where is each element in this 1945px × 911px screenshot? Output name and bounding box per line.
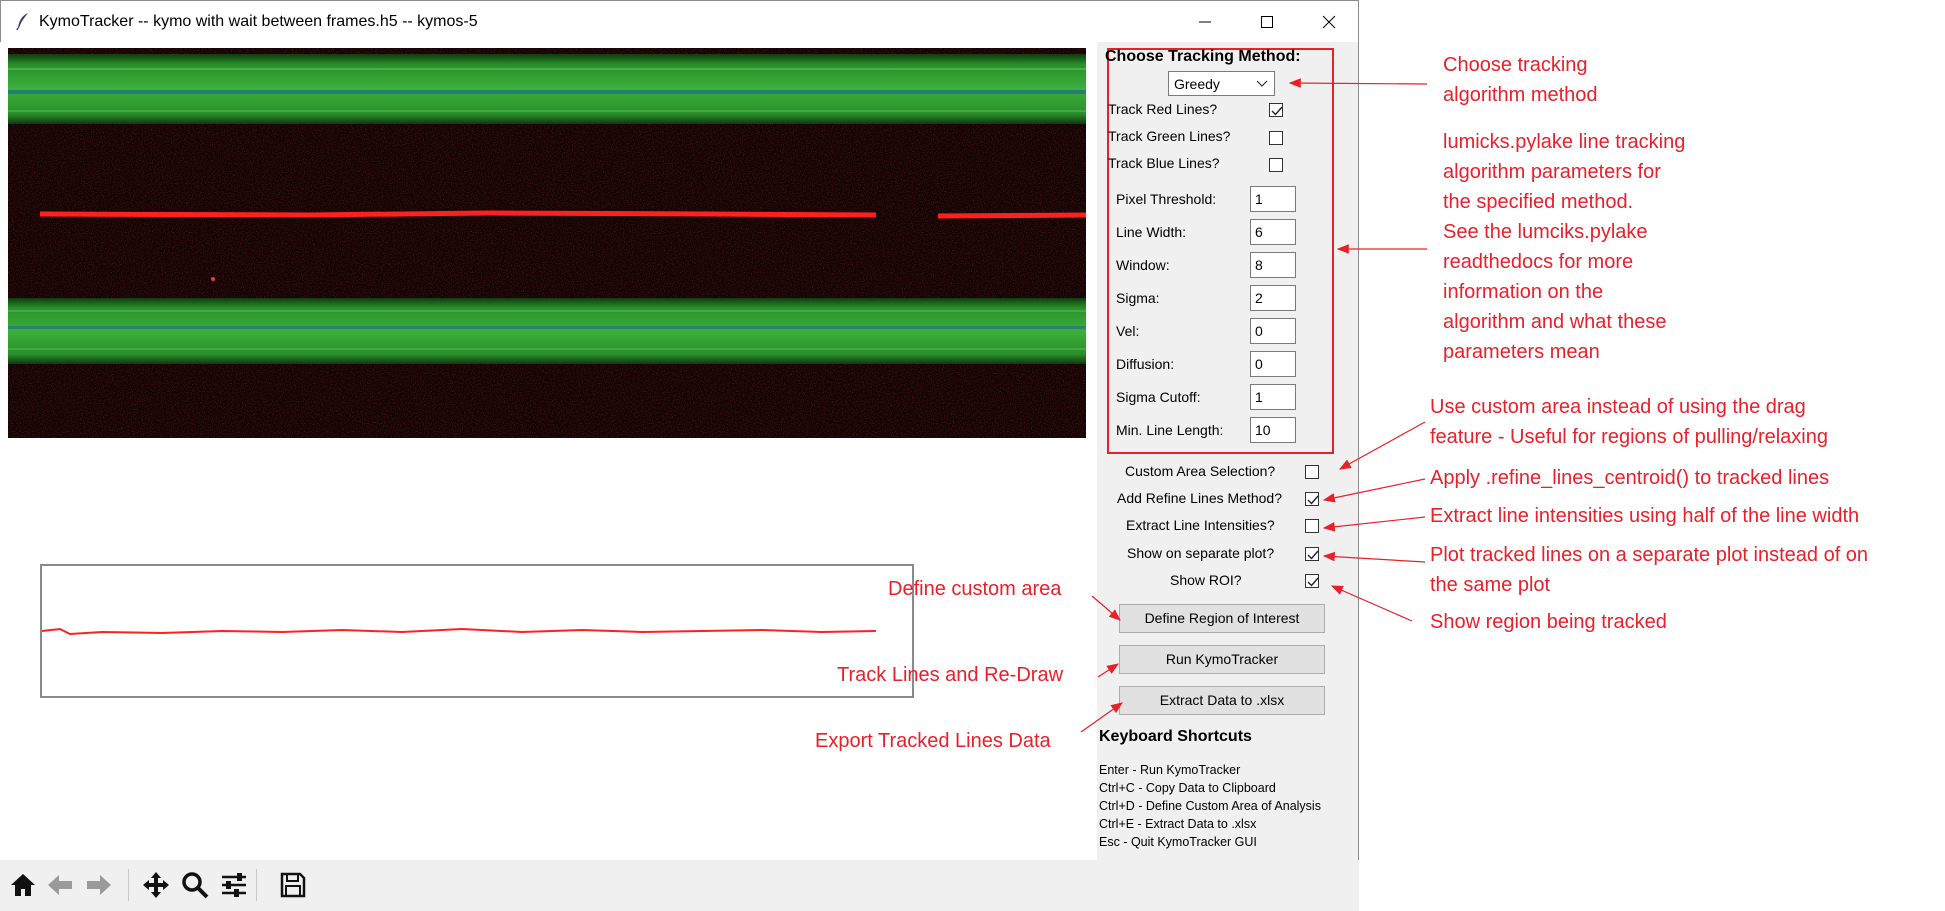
arrow-to-separate-plot — [1322, 551, 1426, 563]
arrow-to-define-roi — [1091, 595, 1121, 621]
arrow-to-intensities — [1322, 516, 1426, 532]
arrow-to-method — [1288, 78, 1428, 88]
arrow-to-refine — [1322, 478, 1426, 503]
arrow-to-show-roi — [1330, 585, 1413, 622]
arrow-to-extract — [1080, 702, 1123, 733]
arrow-to-run — [1097, 663, 1120, 678]
arrow-to-custom-area — [1338, 421, 1426, 470]
annotation-arrows — [1080, 78, 1428, 733]
